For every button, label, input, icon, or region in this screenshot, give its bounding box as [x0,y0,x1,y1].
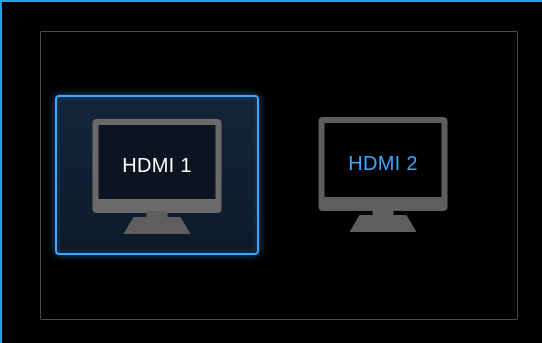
monitor-screen: HDMI 1 [92,119,222,213]
source-label-hdmi-1: HDMI 1 [122,155,192,177]
hdmi-2-source-button[interactable]: HDMI 2 [281,95,485,255]
source-label-hdmi-2: HDMI 2 [348,153,418,175]
monitor-icon: HDMI 1 [92,119,222,237]
input-source-window: HDMI 1 HDMI 2 [0,0,542,343]
monitor-stand [123,217,191,234]
monitor-stand [349,215,417,232]
monitor-screen: HDMI 2 [318,117,448,211]
hdmi-1-source-button[interactable]: HDMI 1 [55,95,259,255]
source-select-panel: HDMI 1 HDMI 2 [40,31,518,320]
monitor-icon: HDMI 2 [318,117,448,235]
